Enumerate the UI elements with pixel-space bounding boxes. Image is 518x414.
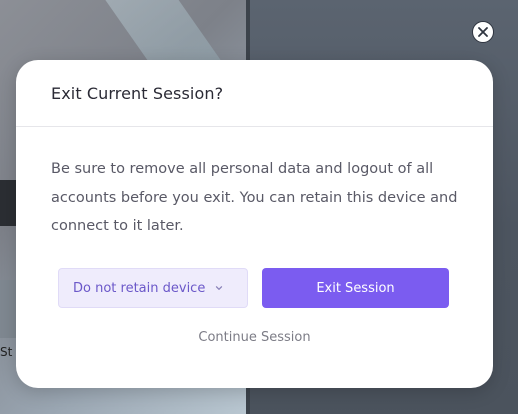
exit-session-button[interactable]: Exit Session <box>262 268 449 308</box>
dialog-body: Be sure to remove all personal data and … <box>16 127 493 241</box>
dialog-actions: Do not retain device Exit Session <box>58 268 450 308</box>
dialog-header: Exit Current Session? <box>16 60 493 127</box>
retain-device-value: Do not retain device <box>73 280 206 296</box>
retain-device-select[interactable]: Do not retain device <box>58 268 248 308</box>
dialog-message: Be sure to remove all personal data and … <box>51 161 458 234</box>
close-icon <box>478 27 488 37</box>
exit-session-dialog: Exit Current Session? Be sure to remove … <box>16 60 493 388</box>
background-app-label: St <box>0 345 13 359</box>
dialog-title: Exit Current Session? <box>51 84 224 103</box>
continue-session-link[interactable]: Continue Session <box>16 330 493 345</box>
close-button[interactable] <box>472 21 494 43</box>
chevron-down-icon <box>214 283 224 293</box>
